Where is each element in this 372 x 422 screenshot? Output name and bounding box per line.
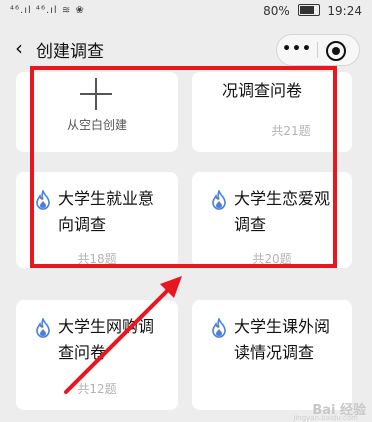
template-title-line1: 大学生网购调 — [58, 317, 155, 336]
chevron-left-icon[interactable]: ‹ — [8, 35, 30, 61]
template-title: 大学生网购调 查问卷 — [58, 314, 178, 366]
battery-percent: 80% — [263, 4, 290, 18]
clock: 19:24 — [327, 4, 362, 18]
signal-icons: ⁴⁶.ıl ⁴⁶.ıl ≋ ❀ — [10, 5, 85, 16]
fire-icon — [36, 318, 50, 338]
question-count: 共12题 — [77, 382, 117, 396]
template-title-line2: 读情况调查 — [234, 343, 315, 362]
ellipsis-icon[interactable]: ••• — [277, 35, 317, 65]
status-right: 80% 19:24 — [263, 4, 362, 18]
mini-program-capsule: ••• — [276, 34, 360, 66]
capsule-divider — [317, 42, 318, 58]
template-title: 大学生课外阅 读情况调查 — [234, 314, 352, 366]
template-title-line2: 查问卷 — [58, 343, 107, 362]
battery-icon — [297, 4, 320, 16]
target-icon[interactable] — [326, 41, 346, 61]
template-card[interactable]: 大学生网购调 查问卷 共12题 — [16, 300, 178, 410]
page-title: 创建调查 — [36, 42, 104, 62]
fire-icon — [212, 318, 226, 338]
template-card[interactable]: 大学生课外阅 读情况调查 — [192, 300, 352, 410]
template-title-line1: 大学生课外阅 — [234, 317, 331, 336]
baidu-watermark-url: jingyan.baidu.com — [293, 414, 358, 422]
highlight-box — [30, 66, 337, 268]
status-bar: ⁴⁶.ıl ⁴⁶.ıl ≋ ❀ 80% 19:24 — [0, 0, 372, 26]
nav-header: ‹ 创建调查 ••• — [0, 26, 372, 70]
